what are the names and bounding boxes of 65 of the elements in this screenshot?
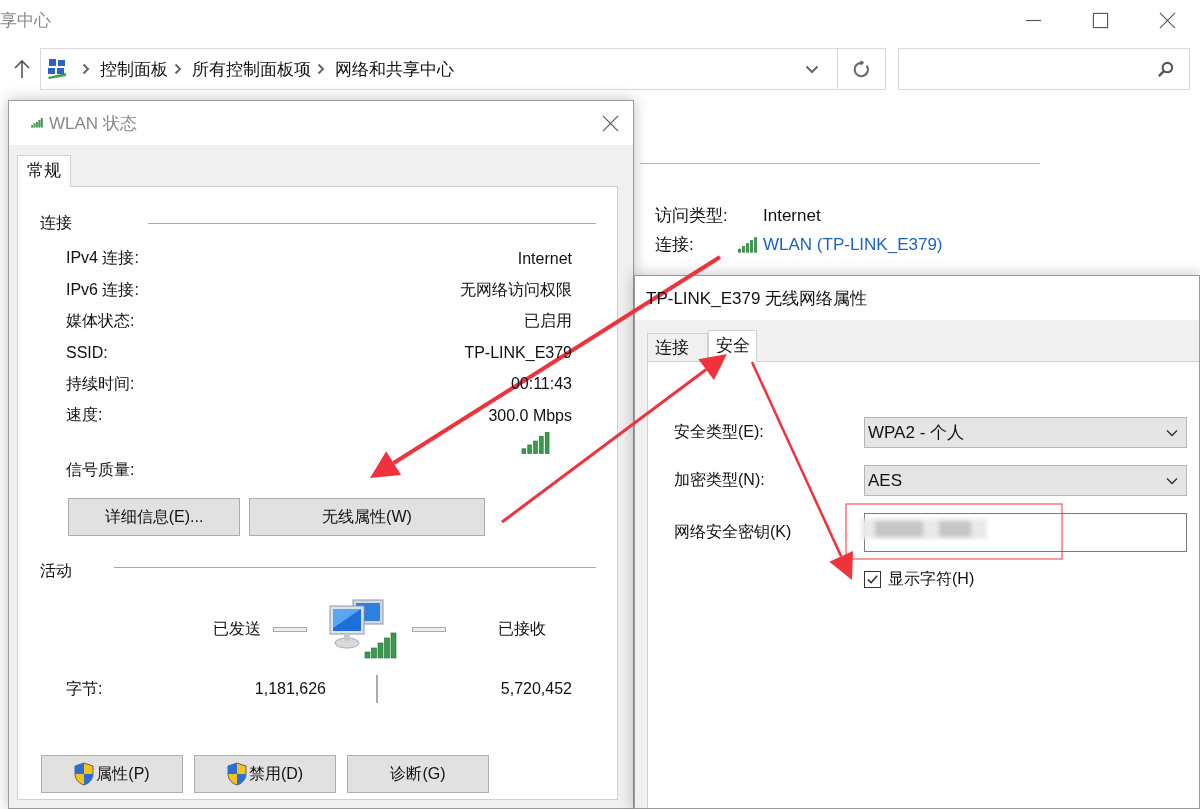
dialog-button[interactable]: 禁用(D) [194,755,336,794]
field-label: 媒体状态: [66,310,135,331]
chevron-icon [82,63,90,75]
shield-icon [74,762,95,787]
up-arrow-icon[interactable] [14,59,30,79]
window-title: 享中心 [0,9,51,32]
breadcrumb-item[interactable]: 控制面板 [100,57,168,81]
maximize-icon[interactable] [1092,11,1109,29]
dialog-button[interactable]: 属性(P) [41,755,183,794]
chevron-down-icon[interactable] [805,64,819,74]
received-label: 已接收 [498,618,546,639]
field-label: 安全类型(E): [674,422,765,442]
dropdown[interactable]: AES [864,465,1187,496]
close-icon[interactable] [1159,11,1176,29]
checkbox-label[interactable]: 显示字符(H) [888,569,975,590]
chevron-down-icon [1166,476,1178,485]
control-panel-icon [46,58,68,80]
field-label: 持续时间: [66,373,135,394]
field-value: Internet [517,249,572,268]
close-icon[interactable] [602,114,619,132]
checkbox[interactable] [864,571,881,588]
refresh-icon [852,59,871,79]
input-field[interactable] [864,513,1187,552]
search-field[interactable] [898,48,1190,90]
dialog-title: WLAN 状态 [49,112,137,135]
shield-icon [226,762,247,787]
dialog-button[interactable]: 诊断(G) [347,755,489,794]
dropdown[interactable]: WPA2 - 个人 [864,417,1187,448]
signal-icon [521,431,550,456]
bytes-sent-value: 1,181,626 [253,680,326,699]
field-value: 无网络访问权限 [460,279,572,300]
sent-label: 已发送 [213,618,261,639]
field-label: 速度: [66,405,103,426]
field-label: 加密类型(N): [674,470,766,490]
dialog-button[interactable]: 详细信息(E)... [68,498,240,537]
field-label: IPv6 连接: [66,279,139,300]
chevron-down-icon [1166,428,1178,437]
info-label: 访问类型: [655,206,728,225]
bytes-received-value: 5,720,452 [500,680,572,699]
tab[interactable]: 连接 [647,333,708,361]
info-label: 连接: [655,235,694,254]
dialog-button[interactable]: 无线属性(W) [249,498,485,537]
chevron-icon [174,63,182,75]
search-icon [1157,60,1174,78]
section-heading: 连接 [40,213,72,233]
signal-icon [31,118,43,128]
info-value: Internet [763,205,821,226]
field-label: 字节: [66,678,104,699]
address-bar[interactable]: 控制面板 所有控制面板项 网络和共享中心 [40,48,838,90]
field-label: SSID: [66,343,108,362]
field-label: IPv4 连接: [66,248,139,269]
breadcrumb-item[interactable]: 所有控制面板项 [192,57,311,81]
field-value: 300.0 Mbps [488,406,572,425]
tab[interactable]: 常规 [17,155,71,187]
signal-icon [737,236,758,253]
chevron-icon [317,63,325,75]
network-computers-icon [327,598,397,661]
field-value: 已启用 [524,310,572,331]
field-label: 网络安全密钥(K) [674,522,793,542]
breadcrumb-item[interactable]: 网络和共享中心 [335,57,454,81]
tab[interactable]: 安全 [708,330,757,362]
refresh-button[interactable] [838,48,886,90]
field-label: 信号质量: [66,460,135,481]
connection-link[interactable]: WLAN (TP-LINK_E379) [763,234,943,255]
section-heading: 活动 [40,561,72,582]
